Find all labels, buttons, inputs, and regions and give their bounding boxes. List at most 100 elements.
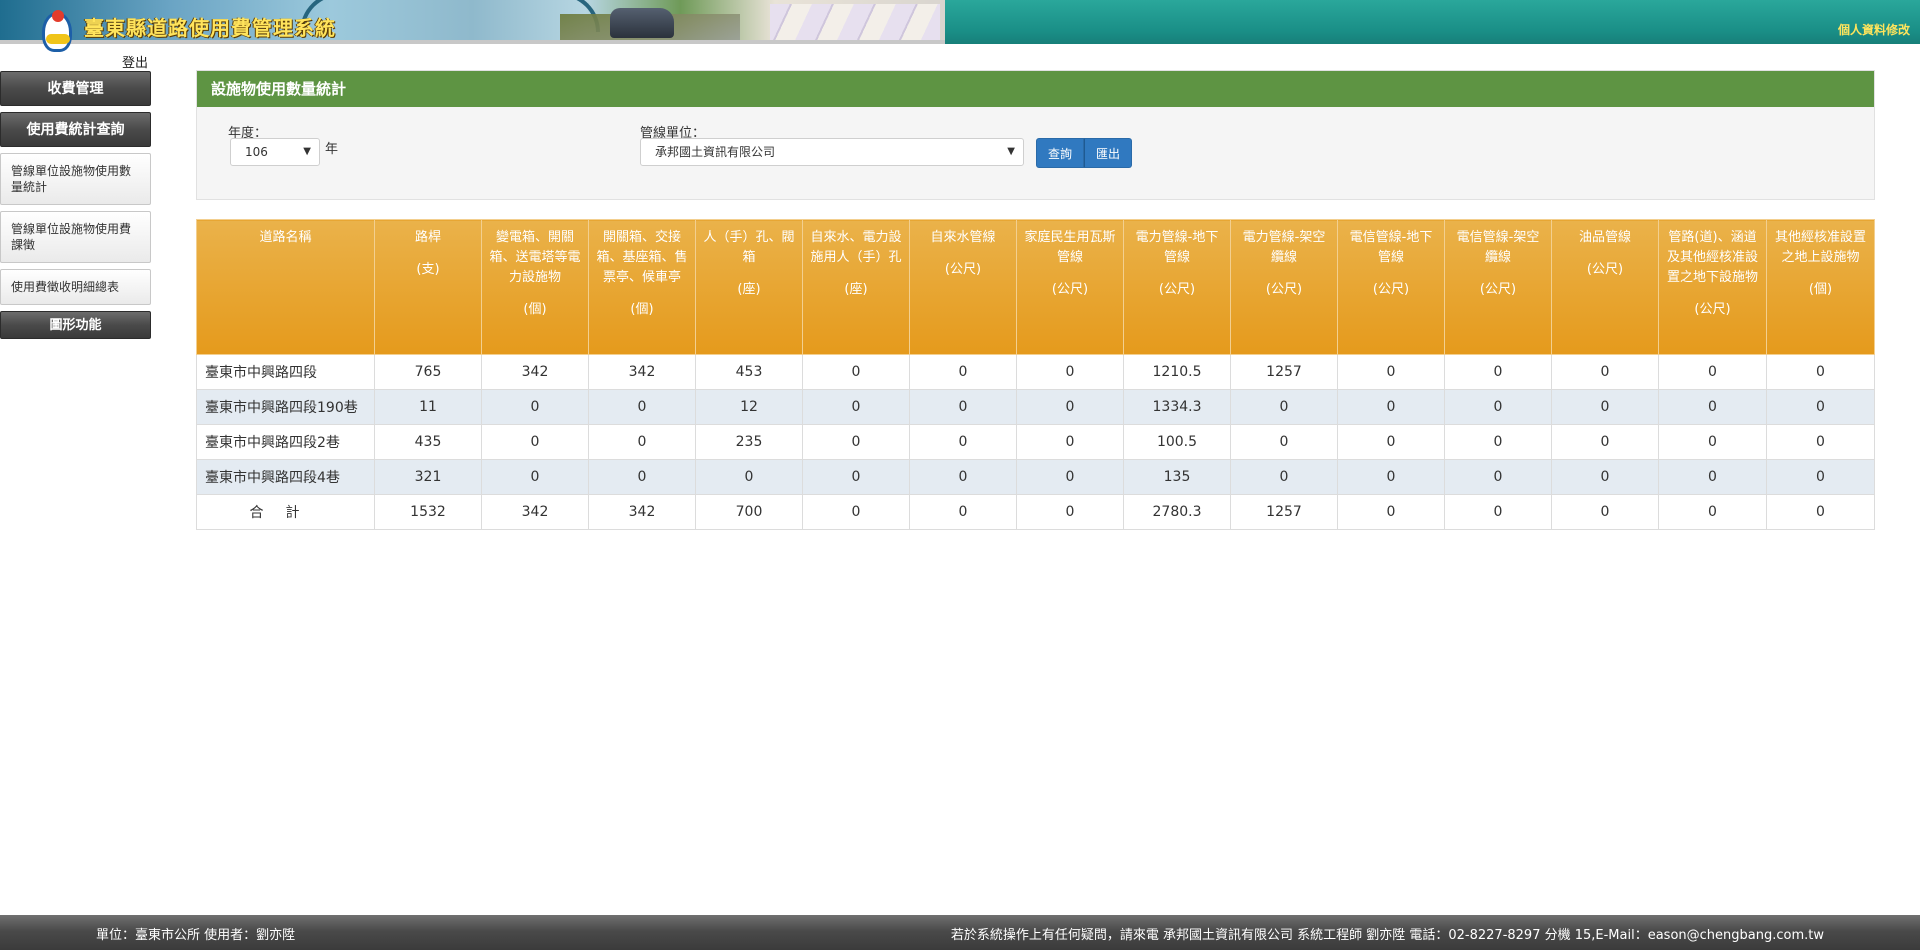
year-select-value: 106 bbox=[245, 145, 268, 159]
table-cell: 1334.3 bbox=[1123, 389, 1231, 425]
table-cell: 0 bbox=[909, 424, 1017, 460]
column-header-unit: (個) bbox=[523, 302, 547, 317]
banner-car bbox=[610, 8, 674, 38]
column-header-name: 道路名稱 bbox=[259, 230, 312, 245]
column-header-name: 路桿 bbox=[414, 230, 441, 245]
table-cell: 0 bbox=[802, 354, 910, 390]
column-header-unit: (公尺) bbox=[1265, 282, 1303, 297]
table-cell: 0 bbox=[1230, 459, 1338, 495]
road-name-cell: 臺東市中興路四段190巷 bbox=[196, 389, 375, 425]
year-select[interactable]: 106 ▼ bbox=[230, 138, 320, 166]
table-row: 臺東市中興路四段2巷 435 0 0 235 0 0 0 100.5 0 0 0 0 0 0 bbox=[196, 424, 1875, 460]
logout-link[interactable]: 登出 bbox=[122, 52, 148, 71]
table-cell: 235 bbox=[695, 424, 803, 460]
table-cell: 11 bbox=[374, 389, 482, 425]
column-header: 油品管線 (公尺) bbox=[1551, 219, 1659, 355]
table-cell: 0 bbox=[1658, 424, 1767, 460]
site-title: 臺東縣道路使用費管理系統 bbox=[84, 16, 336, 40]
query-button[interactable]: 查詢 bbox=[1036, 138, 1085, 168]
table-cell: 0 bbox=[1230, 424, 1338, 460]
total-cell: 342 bbox=[481, 494, 589, 530]
column-header-unit: (個) bbox=[1808, 282, 1833, 297]
table-cell: 0 bbox=[1337, 459, 1445, 495]
total-cell: 0 bbox=[909, 494, 1017, 530]
column-header: 人（手）孔、閥箱 (座) bbox=[695, 219, 803, 355]
column-header: 家庭民生用瓦斯管線 (公尺) bbox=[1016, 219, 1124, 355]
profile-edit-link[interactable]: 個人資料修改 bbox=[1838, 21, 1910, 38]
table-cell: 0 bbox=[1551, 424, 1659, 460]
road-name-cell: 臺東市中興路四段 bbox=[196, 354, 375, 390]
sidebar-item-fee-management[interactable]: 收費管理 bbox=[0, 71, 151, 106]
chevron-down-icon: ▼ bbox=[1007, 146, 1015, 157]
table-cell: 0 bbox=[1444, 459, 1552, 495]
sidebar-item-graphic-functions[interactable]: 圖形功能 bbox=[0, 311, 151, 339]
table-cell: 0 bbox=[1766, 354, 1875, 390]
sidebar-item-facility-usage-stats[interactable]: 管線單位設施物使用數量統計 bbox=[0, 153, 151, 205]
unit-select[interactable]: 承邦國土資訊有限公司 ▼ bbox=[640, 138, 1024, 166]
table-row: 臺東市中興路四段190巷 11 0 0 12 0 0 0 1334.3 0 0 0 0 0 0 bbox=[196, 389, 1875, 425]
table-cell: 0 bbox=[802, 424, 910, 460]
column-header-name: 人（手）孔、閥箱 bbox=[703, 230, 795, 265]
table-cell: 1210.5 bbox=[1123, 354, 1231, 390]
table-cell: 0 bbox=[1658, 389, 1767, 425]
banner-bridge-arch bbox=[300, 0, 600, 32]
table-cell: 0 bbox=[802, 389, 910, 425]
table-cell: 0 bbox=[481, 389, 589, 425]
table-cell: 765 bbox=[374, 354, 482, 390]
unit-select-value: 承邦國土資訊有限公司 bbox=[655, 145, 776, 159]
year-suffix: 年 bbox=[325, 142, 339, 157]
table-cell: 0 bbox=[1658, 459, 1767, 495]
table-cell: 0 bbox=[1551, 389, 1659, 425]
column-header: 其他經核准設置之地上設施物 (個) bbox=[1766, 219, 1875, 355]
total-label-cell: 合計 bbox=[196, 494, 375, 530]
footer-bar: 單位：臺東市公所 使用者：劉亦陞 若於系統操作上有任何疑問，請來電 承邦國土資訊… bbox=[0, 915, 1920, 950]
sidebar-item-fee-statistics[interactable]: 使用費統計查詢 bbox=[0, 112, 151, 147]
column-header-name: 開關箱、交接箱、基座箱、售票亭、候車亭 bbox=[596, 230, 688, 285]
road-name-cell: 臺東市中興路四段4巷 bbox=[196, 459, 375, 495]
column-header: 開關箱、交接箱、基座箱、售票亭、候車亭 (個) bbox=[588, 219, 696, 355]
table-cell: 1257 bbox=[1230, 354, 1338, 390]
road-name-cell: 臺東市中興路四段2巷 bbox=[196, 424, 375, 460]
table-cell: 0 bbox=[1766, 424, 1875, 460]
table-cell: 0 bbox=[1337, 424, 1445, 460]
table-cell: 435 bbox=[374, 424, 482, 460]
column-header: 變電箱、開關箱、送電塔等電力設施物 (個) bbox=[481, 219, 589, 355]
column-header-name: 自來水管線 bbox=[930, 230, 996, 245]
table-cell: 0 bbox=[588, 459, 696, 495]
chevron-down-icon: ▼ bbox=[303, 146, 311, 157]
total-cell: 1257 bbox=[1230, 494, 1338, 530]
table-cell: 0 bbox=[802, 459, 910, 495]
total-cell: 2780.3 bbox=[1123, 494, 1231, 530]
total-cell: 0 bbox=[1551, 494, 1659, 530]
column-header-unit: (公尺) bbox=[1372, 282, 1410, 297]
total-cell: 0 bbox=[1016, 494, 1124, 530]
column-header-unit: (公尺) bbox=[1694, 302, 1731, 317]
total-cell: 342 bbox=[588, 494, 696, 530]
footer-contact-info: 若於系統操作上有任何疑問，請來電 承邦國土資訊有限公司 系統工程師 劉亦陞 電話… bbox=[950, 928, 1824, 943]
table-cell: 0 bbox=[909, 459, 1017, 495]
sidebar-item-fee-collection-summary[interactable]: 使用費徵收明細總表 bbox=[0, 269, 151, 305]
table-total-row: 合計 1532 342 342 700 0 0 0 2780.3 1257 0 0 0 0 0 bbox=[196, 494, 1875, 530]
table-cell: 0 bbox=[481, 459, 589, 495]
facility-stats-table: 道路名稱 路桿 (支) 變電箱、開關箱、送電塔等電力設施物 (個) 開關箱、交接箱、基座箱… bbox=[196, 219, 1875, 530]
sidebar-item-facility-fee-levy[interactable]: 管線單位設施物使用費課徵 bbox=[0, 211, 151, 263]
table-cell: 0 bbox=[695, 459, 803, 495]
table-cell: 0 bbox=[1444, 389, 1552, 425]
table-row: 臺東市中興路四段4巷 321 0 0 0 0 0 0 135 0 0 0 0 0 0 bbox=[196, 459, 1875, 495]
total-cell: 1532 bbox=[374, 494, 482, 530]
table-cell: 321 bbox=[374, 459, 482, 495]
table-cell: 342 bbox=[588, 354, 696, 390]
table-cell: 0 bbox=[1766, 459, 1875, 495]
table-cell: 453 bbox=[695, 354, 803, 390]
table-cell: 0 bbox=[1016, 459, 1124, 495]
column-header-name: 其他經核准設置之地上設施物 bbox=[1774, 230, 1866, 265]
column-header: 管路(道)、涵道及其他經核准設置之地下設施物 (公尺) bbox=[1658, 219, 1767, 355]
sidebar-nav: 收費管理 使用費統計查詢 管線單位設施物使用數量統計 管線單位設施物使用費課徵 … bbox=[0, 71, 152, 345]
column-header-name: 油品管線 bbox=[1578, 230, 1631, 245]
table-cell: 0 bbox=[1551, 459, 1659, 495]
export-button[interactable]: 匯出 bbox=[1084, 138, 1133, 168]
table-cell: 0 bbox=[1444, 424, 1552, 460]
column-header: 路桿 (支) bbox=[374, 219, 482, 355]
table-cell: 0 bbox=[1766, 389, 1875, 425]
column-header-name: 電力管線-架空纜線 bbox=[1242, 230, 1326, 265]
